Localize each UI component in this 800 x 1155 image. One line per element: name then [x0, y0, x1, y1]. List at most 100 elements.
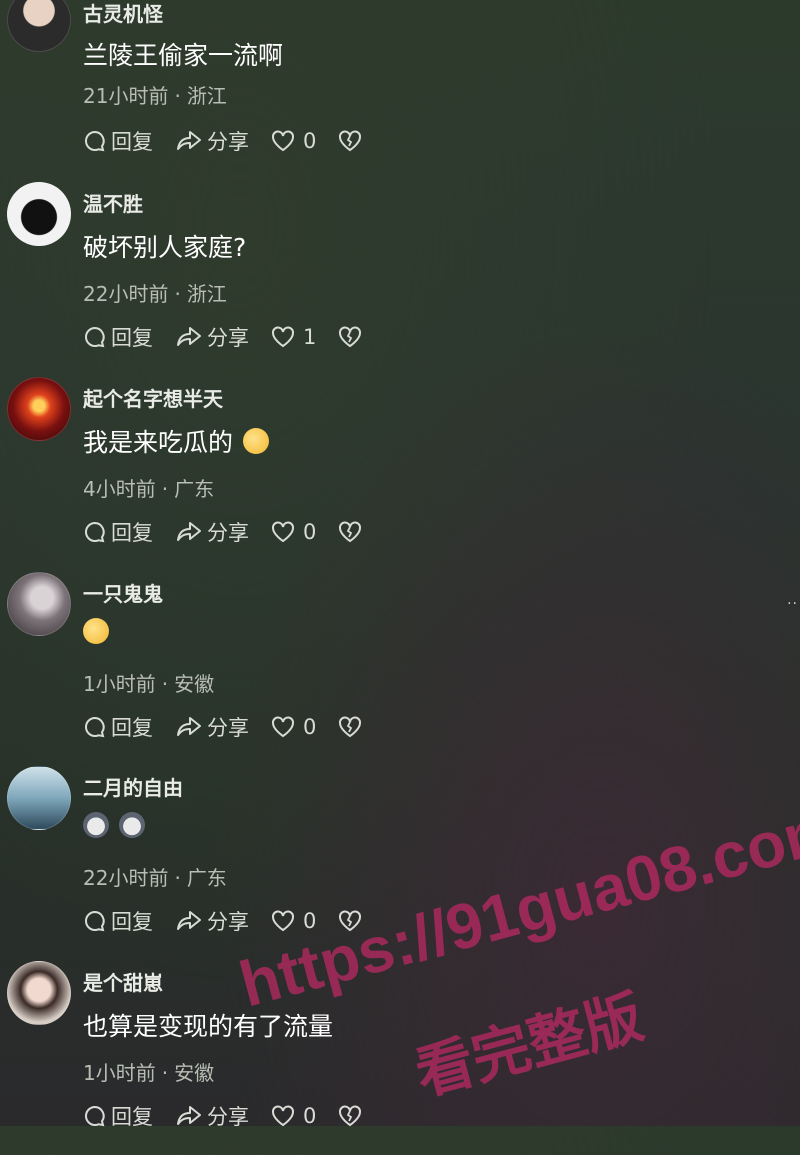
heart-icon: [272, 521, 294, 543]
dislike-button[interactable]: [338, 130, 366, 152]
cat-emoji-icon: [83, 812, 109, 838]
share-label: 分享: [207, 326, 249, 350]
share-button[interactable]: 分享: [175, 322, 249, 352]
meta-separator: ·: [161, 477, 169, 501]
avatar[interactable]: [7, 572, 71, 636]
comment-text-body: 兰陵王偷家一流啊: [83, 41, 284, 70]
meta-separator: ·: [174, 866, 181, 890]
meta-separator: ·: [174, 282, 181, 306]
comment-time: 4小时前: [83, 477, 156, 501]
meta-separator: ·: [161, 1061, 169, 1085]
dislike-button[interactable]: [338, 1105, 366, 1127]
reply-label: 回复: [111, 716, 153, 740]
reply-icon: [85, 326, 105, 348]
comment-text-body: 我是来吃瓜的: [83, 428, 234, 457]
comment-item: 古灵机怪 兰陵王偷家一流啊 21小时前 · 浙江 回复 分享 0: [0, 0, 800, 182]
like-button[interactable]: 0: [271, 520, 316, 544]
pensive-emoji-icon: [83, 618, 109, 644]
share-label: 分享: [207, 910, 249, 934]
share-button[interactable]: 分享: [175, 517, 249, 547]
like-button[interactable]: 0: [271, 1104, 316, 1128]
comment-meta: 22小时前 · 广东: [83, 862, 227, 891]
broken-heart-icon: [339, 326, 362, 348]
comment-text: [83, 618, 109, 644]
reply-icon: [85, 1105, 105, 1127]
share-label: 分享: [207, 1105, 249, 1129]
comment-username[interactable]: 起个名字想半天: [83, 383, 223, 412]
reply-icon: [85, 910, 105, 932]
comment-username[interactable]: 古灵机怪: [83, 0, 163, 27]
share-icon: [177, 717, 201, 736]
comment-item: 一只鬼鬼 1小时前 · 安徽 回复 分享 0: [0, 572, 800, 766]
comment-username[interactable]: 温不胜: [83, 188, 143, 217]
comment-time: 21小时前: [83, 84, 169, 108]
share-button[interactable]: 分享: [175, 126, 249, 156]
reply-icon: [85, 716, 105, 738]
meta-separator: ·: [174, 84, 181, 108]
avatar[interactable]: [7, 182, 71, 246]
reply-button[interactable]: 回复: [83, 126, 153, 156]
comment-text: [83, 812, 145, 838]
like-count: 0: [303, 129, 317, 153]
avatar[interactable]: [7, 377, 71, 441]
comment-username[interactable]: 二月的自由: [83, 772, 183, 801]
reply-label: 回复: [111, 910, 153, 934]
heart-icon: [272, 326, 294, 348]
reply-label: 回复: [111, 326, 153, 350]
share-button[interactable]: 分享: [175, 712, 249, 742]
reply-button[interactable]: 回复: [83, 1101, 153, 1131]
avatar[interactable]: [7, 961, 71, 1025]
broken-heart-icon: [339, 521, 362, 543]
broken-heart-icon: [339, 130, 362, 152]
comment-meta: 22小时前 · 浙江: [83, 278, 227, 307]
comment-location: 浙江: [186, 84, 227, 108]
share-button[interactable]: 分享: [175, 906, 249, 936]
share-button[interactable]: 分享: [175, 1101, 249, 1131]
comment-actions: 回复 分享 0: [83, 126, 388, 156]
comment-username[interactable]: 是个甜崽: [83, 967, 163, 996]
comment-text: 也算是变现的有了流量: [83, 1007, 333, 1043]
comment-text-body: 也算是变现的有了流量: [83, 1012, 334, 1041]
comment-text: 我是来吃瓜的: [83, 423, 270, 459]
comment-location: 广东: [186, 866, 227, 890]
heart-icon: [272, 910, 294, 932]
like-button[interactable]: 0: [271, 715, 316, 739]
comment-location: 浙江: [186, 282, 227, 306]
reply-button[interactable]: 回复: [83, 322, 153, 352]
heart-icon: [272, 716, 294, 738]
like-count: 0: [303, 1104, 317, 1128]
like-count: 0: [303, 520, 317, 544]
reply-button[interactable]: 回复: [83, 712, 153, 742]
dislike-button[interactable]: [338, 521, 366, 543]
share-label: 分享: [207, 130, 249, 154]
reply-button[interactable]: 回复: [83, 906, 153, 936]
comment-item: 起个名字想半天 我是来吃瓜的 4小时前 · 广东 回复 分享 0: [0, 377, 800, 571]
heart-icon: [272, 130, 294, 152]
reply-button[interactable]: 回复: [83, 517, 153, 547]
sleepy-emoji-icon: [243, 428, 270, 454]
share-icon: [177, 131, 201, 150]
comment-time: 22小时前: [83, 282, 169, 306]
comment-actions: 回复 分享 0: [83, 1101, 388, 1131]
comment-text: 破坏别人家庭?: [83, 228, 246, 264]
comment-location: 安徽: [174, 672, 215, 696]
comment-time: 1小时前: [83, 1061, 156, 1085]
reply-icon: [85, 130, 105, 152]
reply-label: 回复: [111, 130, 153, 154]
comment-location: 安徽: [174, 1061, 215, 1085]
comment-text-body: 破坏别人家庭?: [83, 233, 247, 262]
share-icon: [177, 911, 201, 930]
dislike-button[interactable]: [338, 716, 366, 738]
broken-heart-icon: [339, 1105, 362, 1127]
dislike-button[interactable]: [338, 326, 366, 348]
comment-time: 22小时前: [83, 866, 169, 890]
avatar[interactable]: [7, 766, 71, 830]
scroll-indicator: ··: [787, 596, 798, 612]
like-button[interactable]: 1: [271, 325, 316, 349]
like-button[interactable]: 0: [271, 129, 316, 153]
comment-location: 广东: [174, 477, 215, 501]
comment-actions: 回复 分享 1: [83, 322, 388, 352]
comment-meta: 21小时前 · 浙江: [83, 80, 227, 109]
avatar[interactable]: [7, 0, 71, 52]
comment-username[interactable]: 一只鬼鬼: [83, 578, 163, 607]
